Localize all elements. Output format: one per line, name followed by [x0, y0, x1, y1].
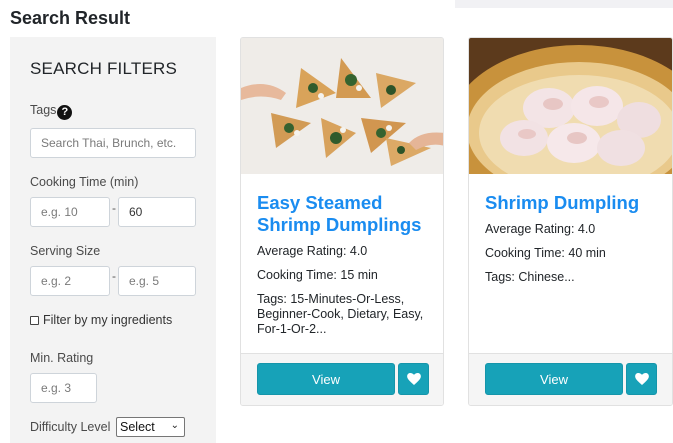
page-title: Search Result — [10, 8, 131, 28]
cooking-time-label: Cooking Time (min) — [30, 175, 139, 189]
recipe-image[interactable] — [241, 38, 443, 174]
recipe-image[interactable] — [469, 38, 672, 174]
ingredients-filter-row[interactable]: Filter by my ingredients — [30, 313, 172, 327]
range-separator: - — [112, 201, 116, 215]
filters-title: SEARCH FILTERS — [30, 59, 178, 78]
recipe-title-link[interactable]: Shrimp Dumpling — [485, 192, 660, 214]
recipe-rating: Average Rating: 4.0 — [485, 222, 596, 236]
tags-search-input[interactable]: Search Thai, Brunch, etc. — [30, 128, 196, 158]
tags-label-row: Tags? — [30, 103, 73, 120]
recipe-tags: Tags: Chinese... — [485, 270, 575, 284]
recipe-details: Shrimp Dumpling Average Rating: 4.0 Cook… — [485, 192, 660, 285]
difficulty-select[interactable]: Select ⌄ — [116, 417, 185, 437]
recipe-card: Easy Steamed Shrimp Dumplings Average Ra… — [240, 37, 444, 406]
difficulty-selected: Select — [120, 420, 155, 434]
recipe-cooking-time: Cooking Time: 15 min — [257, 268, 378, 282]
card-footer: View — [241, 353, 443, 405]
favorite-button[interactable] — [398, 363, 429, 395]
top-strip — [0, 0, 673, 8]
cooking-time-min-input[interactable]: e.g. 10 — [30, 197, 110, 227]
ingredients-checkbox[interactable] — [30, 315, 39, 325]
recipe-card: Shrimp Dumpling Average Rating: 4.0 Cook… — [468, 37, 673, 406]
favorite-button[interactable] — [626, 363, 657, 395]
recipe-title-link[interactable]: Easy Steamed Shrimp Dumplings — [257, 192, 431, 236]
ingredients-checkbox-label: Filter by my ingredients — [43, 313, 173, 327]
tags-label: Tags — [30, 103, 57, 117]
heart-icon — [406, 373, 421, 385]
difficulty-label: Difficulty Level — [30, 420, 111, 434]
min-rating-label: Min. Rating — [30, 351, 94, 365]
recipe-tags: Tags: 15-Minutes-Or-Less, Beginner-Cook,… — [257, 292, 424, 336]
help-icon[interactable]: ? — [57, 105, 73, 120]
recipe-cooking-time: Cooking Time: 40 min — [485, 246, 606, 260]
serving-size-label: Serving Size — [30, 244, 101, 258]
view-button[interactable]: View — [485, 363, 623, 395]
chevron-down-icon: ⌄ — [170, 420, 179, 431]
serving-max-input[interactable]: e.g. 5 — [118, 266, 196, 296]
serving-min-input[interactable]: e.g. 2 — [30, 266, 110, 296]
recipe-details: Easy Steamed Shrimp Dumplings Average Ra… — [257, 192, 431, 337]
card-footer: View — [469, 353, 672, 405]
cooking-time-max-input[interactable]: 60 — [118, 197, 196, 227]
recipe-rating: Average Rating: 4.0 — [257, 244, 368, 258]
heart-icon — [634, 373, 649, 385]
search-filters-panel: SEARCH FILTERS Tags? Search Thai, Brunch… — [10, 37, 216, 443]
view-button[interactable]: View — [257, 363, 395, 395]
min-rating-input[interactable]: e.g. 3 — [30, 373, 97, 403]
range-separator: - — [112, 269, 116, 283]
